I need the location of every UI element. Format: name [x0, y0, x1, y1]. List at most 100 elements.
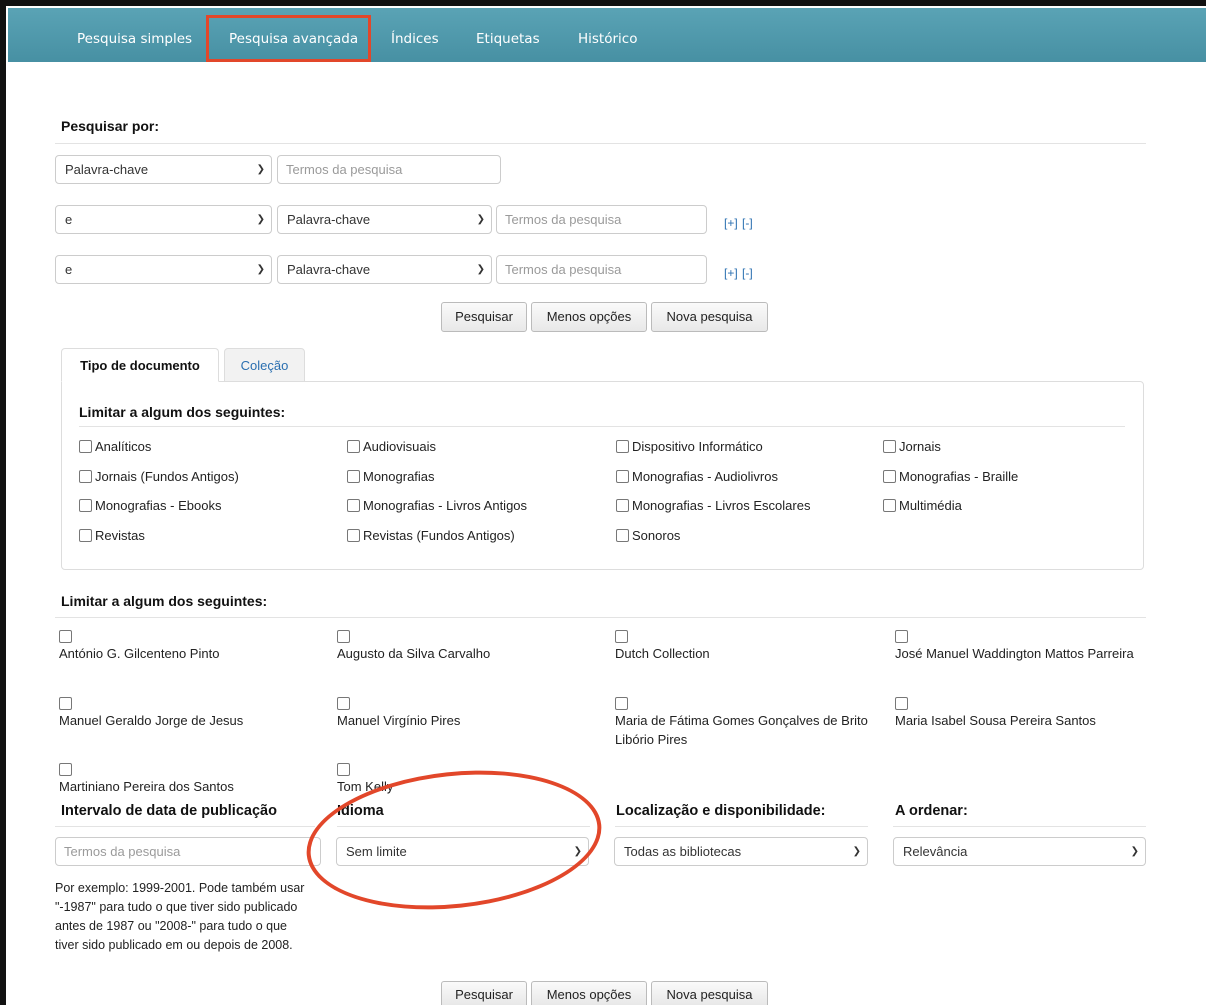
date-range-input[interactable]: Termos da pesquisa — [55, 837, 321, 866]
checkbox-label: Dispositivo Informático — [632, 439, 763, 454]
divider — [55, 143, 1146, 144]
search-button[interactable]: Pesquisar — [441, 302, 527, 332]
checkbox[interactable] — [79, 529, 92, 542]
sort-select[interactable]: Relevância ❯ — [893, 837, 1146, 866]
checkbox[interactable] — [883, 440, 896, 453]
checkbox[interactable] — [59, 697, 72, 710]
collection-label: Manuel Geraldo Jorge de Jesus — [59, 713, 244, 728]
fewer-options-button-bottom[interactable]: Menos opções — [531, 981, 647, 1005]
language-select[interactable]: Sem limite ❯ — [336, 837, 589, 866]
collection-item[interactable]: António G. Gilcenteno Pinto — [59, 630, 319, 663]
nav-tags[interactable]: Etiquetas — [476, 8, 540, 62]
collection-item[interactable]: Martiniano Pereira dos Santos — [59, 763, 319, 796]
nav-indexes[interactable]: Índices — [391, 8, 439, 62]
doctype-checkbox[interactable]: Monografias - Braille — [883, 469, 1018, 484]
checkbox[interactable] — [79, 470, 92, 483]
checkbox[interactable] — [895, 697, 908, 710]
collection-item[interactable]: José Manuel Waddington Mattos Parreira — [895, 630, 1155, 663]
checkbox[interactable] — [337, 763, 350, 776]
doctype-checkbox[interactable]: Revistas (Fundos Antigos) — [347, 528, 515, 543]
collection-label: Tom Kelly — [337, 779, 394, 794]
checkbox[interactable] — [79, 440, 92, 453]
nav-history[interactable]: Histórico — [578, 8, 637, 62]
tab-document-type[interactable]: Tipo de documento — [61, 348, 219, 382]
checkbox[interactable] — [616, 470, 629, 483]
doctype-checkbox[interactable]: Monografias - Livros Escolares — [616, 498, 810, 513]
doctype-checkbox[interactable]: Revistas — [79, 528, 145, 543]
checkbox-label: Monografias - Audiolivros — [632, 469, 778, 484]
field-select-3[interactable]: Palavra-chave ❯ — [277, 255, 492, 284]
doctype-checkbox[interactable]: Monografias - Livros Antigos — [347, 498, 527, 513]
checkbox[interactable] — [883, 499, 896, 512]
collection-item[interactable]: Manuel Geraldo Jorge de Jesus — [59, 697, 319, 730]
collection-item[interactable]: Maria Isabel Sousa Pereira Santos — [895, 697, 1155, 730]
field-select-1[interactable]: Palavra-chave ❯ — [55, 155, 272, 184]
collection-label: Augusto da Silva Carvalho — [337, 646, 491, 661]
checkbox[interactable] — [59, 630, 72, 643]
checkbox[interactable] — [615, 630, 628, 643]
remove-row-link-3[interactable]: [-] — [742, 266, 753, 280]
checkbox-label: Jornais — [899, 439, 941, 454]
doctype-checkbox[interactable]: Multimédia — [883, 498, 962, 513]
location-select[interactable]: Todas as bibliotecas ❯ — [614, 837, 868, 866]
doctype-checkbox[interactable]: Audiovisuais — [347, 439, 436, 454]
chevron-down-icon: ❯ — [256, 164, 265, 175]
doctype-checkbox[interactable]: Monografias - Ebooks — [79, 498, 221, 513]
checkbox[interactable] — [616, 529, 629, 542]
checkbox[interactable] — [895, 630, 908, 643]
operator-select-2[interactable]: e ❯ — [55, 205, 272, 234]
nav-simple-search[interactable]: Pesquisa simples — [77, 8, 192, 62]
collection-label: Martiniano Pereira dos Santos — [59, 779, 234, 794]
checkbox[interactable] — [616, 499, 629, 512]
checkbox[interactable] — [337, 630, 350, 643]
add-row-link-2[interactable]: [+] — [724, 216, 738, 230]
new-search-button[interactable]: Nova pesquisa — [651, 302, 768, 332]
tab-collection[interactable]: Coleção — [224, 348, 305, 382]
collection-item[interactable]: Maria de Fátima Gomes Gonçalves de Brito… — [615, 697, 880, 749]
doctype-checkbox[interactable]: Jornais (Fundos Antigos) — [79, 469, 239, 484]
checkbox[interactable] — [347, 440, 360, 453]
doctype-checkbox[interactable]: Analíticos — [79, 439, 151, 454]
collection-item[interactable]: Augusto da Silva Carvalho — [337, 630, 597, 663]
collection-label: António G. Gilcenteno Pinto — [59, 646, 220, 661]
collection-label: Manuel Virgínio Pires — [337, 713, 461, 728]
collection-label: Maria Isabel Sousa Pereira Santos — [895, 713, 1096, 728]
doctype-checkbox[interactable]: Sonoros — [616, 528, 680, 543]
top-navbar: Pesquisa simples Pesquisa avançada Índic… — [8, 8, 1206, 62]
search-term-input-2[interactable]: Termos da pesquisa — [496, 205, 707, 234]
checkbox[interactable] — [883, 470, 896, 483]
checkbox[interactable] — [615, 697, 628, 710]
checkbox[interactable] — [347, 529, 360, 542]
date-range-title: Intervalo de data de publicação — [61, 803, 277, 819]
remove-row-link-2[interactable]: [-] — [742, 216, 753, 230]
language-value: Sem limite — [346, 844, 407, 859]
new-search-button-bottom[interactable]: Nova pesquisa — [651, 981, 768, 1005]
add-row-link-3[interactable]: [+] — [724, 266, 738, 280]
doctype-checkbox[interactable]: Monografias — [347, 469, 435, 484]
field-select-2[interactable]: Palavra-chave ❯ — [277, 205, 492, 234]
collection-item[interactable]: Manuel Virgínio Pires — [337, 697, 597, 730]
checkbox[interactable] — [79, 499, 92, 512]
checkbox[interactable] — [616, 440, 629, 453]
checkbox[interactable] — [59, 763, 72, 776]
search-term-input-3[interactable]: Termos da pesquisa — [496, 255, 707, 284]
search-term-input-1[interactable]: Termos da pesquisa — [277, 155, 501, 184]
checkbox[interactable] — [347, 499, 360, 512]
search-button-bottom[interactable]: Pesquisar — [441, 981, 527, 1005]
checkbox[interactable] — [337, 697, 350, 710]
checkbox-label: Monografias — [363, 469, 435, 484]
fewer-options-button[interactable]: Menos opções — [531, 302, 647, 332]
search-by-title: Pesquisar por: — [61, 118, 160, 134]
collection-item[interactable]: Dutch Collection — [615, 630, 875, 663]
language-title: Idioma — [337, 803, 384, 819]
checkbox[interactable] — [347, 470, 360, 483]
checkbox-label: Monografias - Livros Escolares — [632, 498, 811, 513]
collection-item[interactable]: Tom Kelly — [337, 763, 597, 796]
operator-select-3[interactable]: e ❯ — [55, 255, 272, 284]
divider — [55, 617, 1146, 618]
checkbox-label: Jornais (Fundos Antigos) — [95, 469, 239, 484]
doctype-checkbox[interactable]: Monografias - Audiolivros — [616, 469, 778, 484]
doctype-checkbox[interactable]: Jornais — [883, 439, 941, 454]
divider — [893, 826, 1146, 827]
doctype-checkbox[interactable]: Dispositivo Informático — [616, 439, 763, 454]
